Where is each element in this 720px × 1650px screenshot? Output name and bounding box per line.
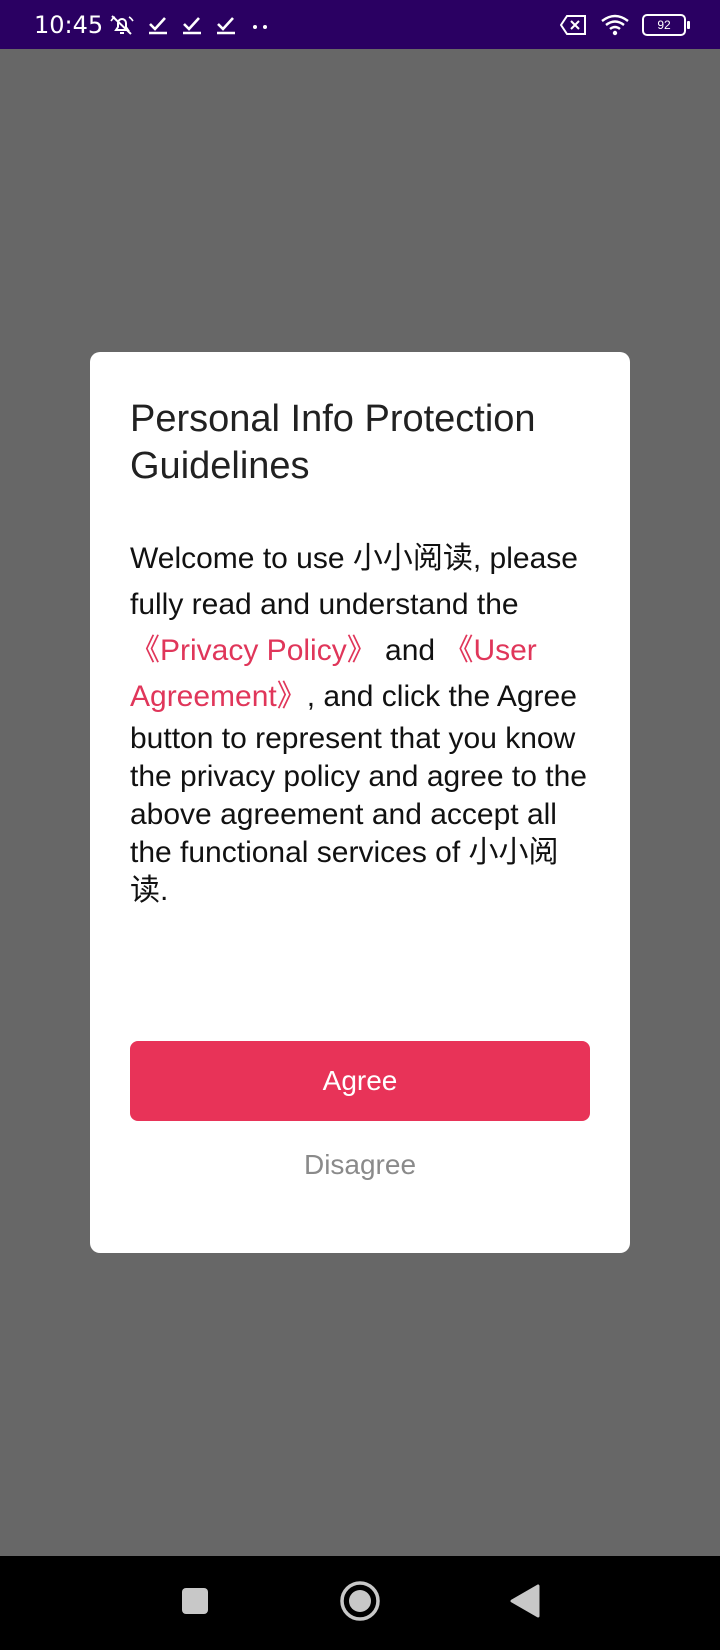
agree-button[interactable]: Agree — [130, 1041, 590, 1121]
dialog-title: Personal Info Protection Guidelines — [130, 398, 536, 487]
status-time: 10:45 — [34, 10, 104, 39]
mute-icon — [109, 13, 135, 37]
status-notification-icons — [109, 13, 271, 37]
status-bar: 10:45 92 — [0, 0, 720, 49]
battery-icon: 92 — [642, 13, 690, 36]
battery-level: 92 — [657, 17, 671, 32]
dialog-body-outro: , and click the Agree button to represen… — [130, 680, 587, 907]
recents-square-icon — [180, 1586, 210, 1621]
privacy-policy-link[interactable]: 《Privacy Policy》 — [130, 634, 377, 667]
check-icon — [147, 14, 169, 36]
wifi-icon — [600, 13, 630, 37]
privacy-dialog: Personal Info Protection Guidelines Welc… — [90, 352, 630, 1253]
navigation-bar — [0, 1556, 720, 1650]
check-icon — [181, 14, 203, 36]
back-triangle-icon — [509, 1584, 541, 1623]
dialog-body-intro: Welcome to use 小小阅读, please fully read a… — [130, 542, 578, 621]
disagree-button[interactable]: Disagree — [130, 1138, 590, 1192]
status-system-icons: 92 — [560, 13, 690, 37]
more-dots-icon — [249, 14, 271, 36]
dialog-body: Welcome to use 小小阅读, please fully read a… — [130, 536, 590, 910]
dialog-body-and: and — [376, 634, 444, 667]
sim-off-icon — [560, 14, 588, 36]
back-button[interactable] — [480, 1556, 570, 1650]
check-icon — [215, 14, 237, 36]
home-button[interactable] — [315, 1556, 405, 1650]
home-circle-icon — [339, 1580, 381, 1627]
recents-button[interactable] — [150, 1556, 240, 1650]
